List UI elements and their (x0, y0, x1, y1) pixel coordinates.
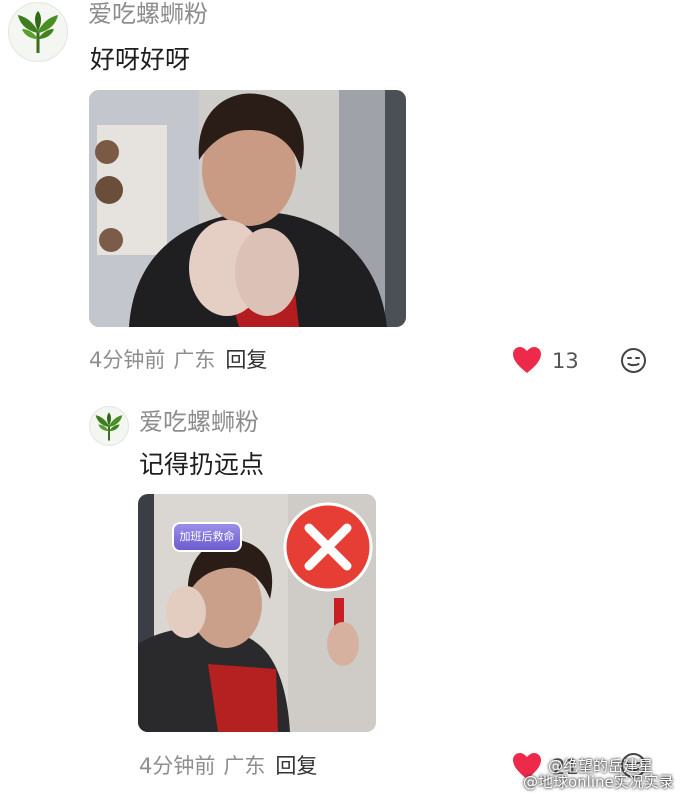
sticker-banner-text: 加班后救命 (179, 530, 235, 543)
heart-icon (513, 347, 541, 373)
user-avatar[interactable] (8, 2, 68, 62)
comment-location: 广东 (173, 348, 216, 372)
sticker-banner: 加班后救命 (172, 522, 242, 552)
like-count: 13 (552, 349, 579, 373)
reply-button[interactable]: 回复 (225, 348, 267, 372)
no-sign (283, 502, 373, 592)
emoji-react-button[interactable] (620, 347, 647, 374)
emoji-icon (621, 348, 646, 373)
like-button[interactable] (512, 346, 542, 374)
comment-text: 好呀好呀 (90, 45, 191, 74)
comment-time: 4分钟前 (89, 348, 166, 372)
comment-photo[interactable] (89, 90, 406, 327)
photo-man-clasped-hands (89, 90, 406, 327)
comment-1: 爱吃螺蛳粉 好呀好呀 4分钟前 广东 回复 13 (0, 0, 690, 390)
comment-text: 记得扔远点 (139, 450, 265, 479)
comment-meta: 4分钟前 广东 回复 (139, 753, 317, 779)
cross-sign-icon (283, 502, 373, 592)
reply-button[interactable]: 回复 (275, 754, 317, 778)
leaf-avatar-icon (95, 412, 123, 440)
comment-location: 广东 (223, 754, 266, 778)
comment-time: 4分钟前 (139, 754, 216, 778)
username[interactable]: 爱吃螺蛳粉 (88, 0, 208, 28)
weibo-icon (500, 772, 520, 790)
user-avatar[interactable] (89, 406, 129, 446)
username[interactable]: 爱吃螺蛳粉 (139, 408, 259, 436)
comment-meta: 4分钟前 广东 回复 (89, 347, 267, 373)
leaf-avatar-icon (18, 11, 58, 53)
comment-photo[interactable]: 加班后救命 (138, 494, 376, 732)
watermark-line-2: @地球online实况实录 (523, 773, 674, 791)
comment-2: 爱吃螺蛳粉 记得扔远点 加班后救命 4分钟前 广东 回复 21 (0, 390, 690, 795)
